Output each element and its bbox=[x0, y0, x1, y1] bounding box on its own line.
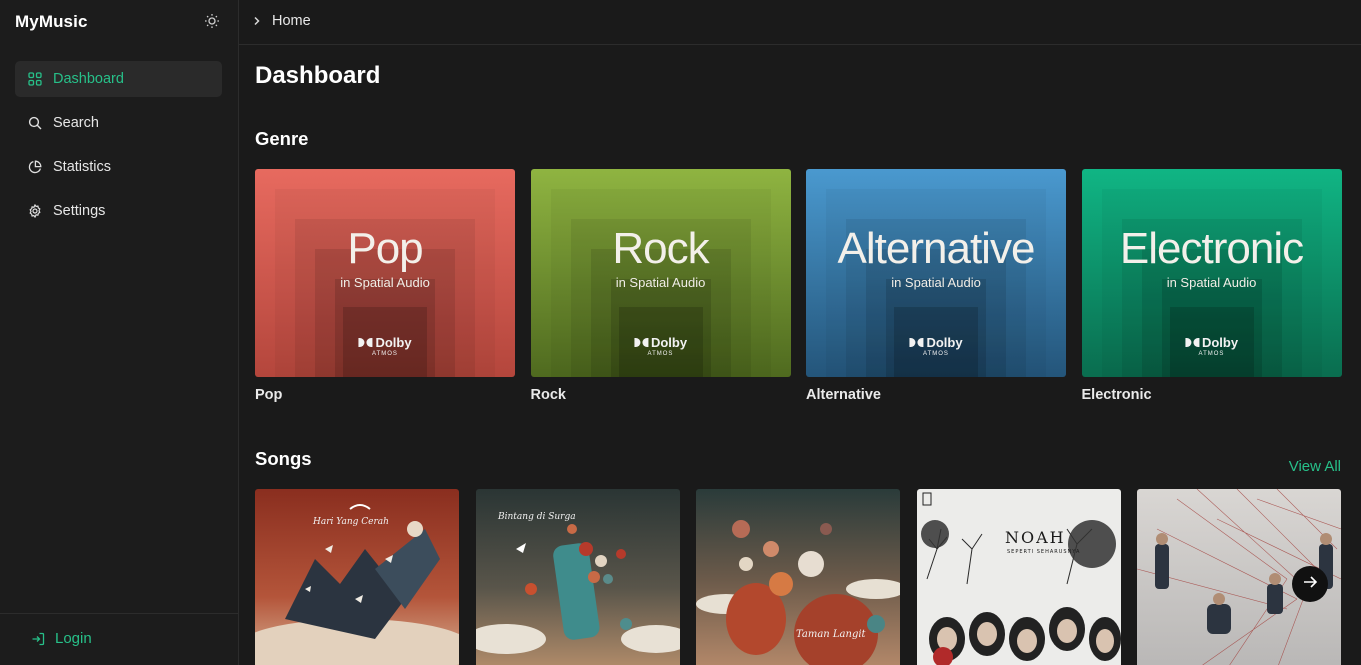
cover-album-name: SEPERTI SEHARUSNYA bbox=[1007, 549, 1080, 555]
sidebar-footer: Login bbox=[0, 613, 239, 665]
genre-card-label[interactable]: Pop bbox=[255, 387, 515, 403]
breadcrumb: Home bbox=[252, 13, 311, 29]
login-button[interactable]: Login bbox=[31, 630, 92, 647]
sidebar-item-label: Search bbox=[53, 115, 99, 131]
topbar: Home bbox=[239, 0, 1361, 45]
genre-artwork-subtitle: in Spatial Audio bbox=[891, 275, 981, 290]
sidebar-item-dashboard[interactable]: Dashboard bbox=[15, 61, 222, 97]
dolby-atmos-logo: Dolby ATMOS bbox=[633, 335, 688, 357]
arrow-right-icon bbox=[1301, 573, 1319, 596]
sun-icon bbox=[204, 13, 220, 34]
songs-list: Hari Yang Cerah Bintang di Surga Taman L… bbox=[255, 489, 1341, 665]
dolby-wordmark: Dolby bbox=[375, 335, 412, 350]
dolby-atmos-logo: Dolby ATMOS bbox=[909, 335, 963, 357]
sidebar-item-search[interactable]: Search bbox=[15, 105, 222, 141]
dolby-icon bbox=[909, 338, 924, 347]
dolby-atmos-logo: Dolby ATMOS bbox=[1184, 335, 1239, 357]
sidebar-item-label: Settings bbox=[53, 203, 106, 219]
theme-toggle-button[interactable] bbox=[201, 12, 223, 34]
vertical-scrollbar[interactable] bbox=[1357, 45, 1361, 665]
dolby-wordmark: Dolby bbox=[650, 335, 688, 350]
dolby-subtext: ATMOS bbox=[372, 351, 398, 357]
cover-script-text: Bintang di Surga bbox=[497, 512, 576, 522]
genre-artwork-subtitle: in Spatial Audio bbox=[615, 275, 706, 290]
genre-artwork-title: Pop bbox=[347, 224, 423, 273]
genre-artwork[interactable]: Electronic in Spatial Audio Dolby ATMOS bbox=[1081, 169, 1342, 377]
genre-card-alternative[interactable]: Alternative in Spatial Audio Dolby ATMOS Alt… bbox=[806, 169, 1066, 403]
chevron-right-icon[interactable] bbox=[252, 16, 262, 26]
dolby-subtext: ATMOS bbox=[647, 351, 674, 357]
login-label: Login bbox=[55, 630, 92, 647]
dolby-subtext: ATMOS bbox=[923, 351, 949, 357]
genre-card-rock[interactable]: Rock in Spatial Audio Dolby ATMOS Rock bbox=[530, 169, 791, 403]
dolby-wordmark: Dolby bbox=[926, 335, 963, 350]
app-brand[interactable]: MyMusic bbox=[15, 12, 88, 32]
genre-card-label[interactable]: Alternative bbox=[806, 387, 1066, 403]
login-icon bbox=[31, 631, 47, 647]
dolby-icon bbox=[358, 338, 373, 347]
cover-script-text: Taman Langit bbox=[796, 629, 867, 640]
pie-chart-icon bbox=[27, 159, 43, 175]
sidebar: MyMusic Dashboard Search Statistics Sett… bbox=[0, 0, 239, 665]
gear-icon bbox=[27, 203, 43, 219]
genre-artwork[interactable]: Alternative in Spatial Audio Dolby ATMOS bbox=[806, 169, 1066, 377]
sidebar-nav: Dashboard Search Statistics Settings bbox=[15, 61, 222, 237]
genre-card-label[interactable]: Rock bbox=[531, 387, 791, 403]
dolby-subtext: ATMOS bbox=[1198, 351, 1225, 357]
genre-card-electronic[interactable]: Electronic in Spatial Audio Dolby ATMOS Elec… bbox=[1081, 169, 1342, 403]
song-cover-taman-langit[interactable]: Taman Langit bbox=[696, 489, 900, 665]
cover-script-text: Hari Yang Cerah bbox=[312, 517, 389, 527]
dolby-atmos-logo: Dolby ATMOS bbox=[358, 335, 412, 357]
genre-card-label[interactable]: Electronic bbox=[1082, 387, 1342, 403]
dolby-wordmark: Dolby bbox=[1201, 335, 1239, 350]
dolby-icon bbox=[1184, 338, 1199, 347]
genre-artwork-title: Electronic bbox=[1119, 224, 1304, 273]
genre-list: Pop in Spatial Audio Dolby ATMOS Pop Rock in S… bbox=[255, 169, 1342, 403]
genre-artwork[interactable]: Rock in Spatial Audio Dolby ATMOS bbox=[530, 169, 791, 377]
grid-icon bbox=[27, 71, 43, 87]
genre-artwork[interactable]: Pop in Spatial Audio Dolby ATMOS bbox=[255, 169, 515, 377]
carousel-next-button[interactable] bbox=[1292, 566, 1328, 602]
sidebar-item-label: Statistics bbox=[53, 159, 112, 175]
breadcrumb-home[interactable]: Home bbox=[272, 13, 311, 29]
song-cover-bintang-di-surga[interactable]: Bintang di Surga bbox=[475, 489, 680, 665]
sidebar-item-label: Dashboard bbox=[53, 71, 124, 87]
genre-artwork-title: Rock bbox=[612, 224, 709, 273]
dolby-icon bbox=[633, 338, 648, 347]
page-title: Dashboard bbox=[255, 62, 381, 89]
sidebar-item-statistics[interactable]: Statistics bbox=[15, 149, 222, 185]
search-icon bbox=[27, 115, 43, 131]
view-all-link[interactable]: View All bbox=[1289, 458, 1341, 475]
genre-artwork-subtitle: in Spatial Audio bbox=[340, 275, 430, 290]
sidebar-item-settings[interactable]: Settings bbox=[15, 193, 222, 229]
genre-artwork-subtitle: in Spatial Audio bbox=[1166, 275, 1257, 290]
genre-card-pop[interactable]: Pop in Spatial Audio Dolby ATMOS Pop bbox=[255, 169, 515, 403]
song-cover-noah[interactable]: NOAH SEPERTI SEHARUSNYA bbox=[916, 489, 1121, 665]
genre-section-title: Genre bbox=[255, 128, 309, 149]
songs-section-title: Songs bbox=[255, 448, 312, 469]
genre-artwork-title: Alternative bbox=[837, 224, 1036, 273]
cover-band-name: NOAH bbox=[1005, 528, 1066, 547]
song-cover-hari-yang-cerah[interactable]: Hari Yang Cerah bbox=[255, 489, 459, 665]
